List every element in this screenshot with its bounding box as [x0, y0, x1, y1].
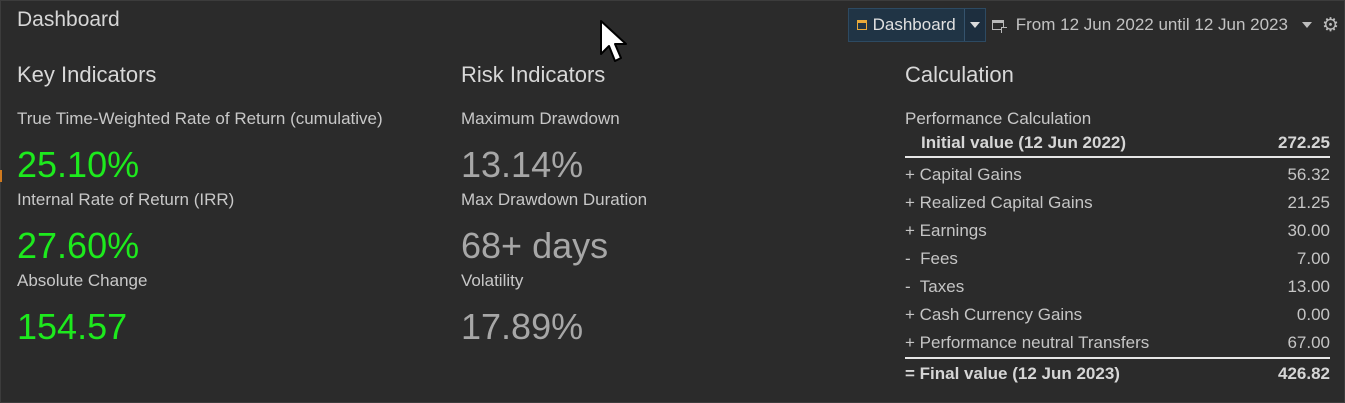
max-drawdown-duration-label: Max Drawdown Duration	[461, 190, 648, 209]
absolute-change-label: Absolute Change	[17, 271, 148, 290]
calc-row-label: Initial value (12 Jun 2022)	[921, 133, 1127, 152]
calc-row: + Capital Gains 56.32	[905, 161, 1330, 189]
left-edge-marker	[0, 170, 2, 182]
risk-indicators-title: Risk Indicators	[461, 62, 606, 87]
ttwror-label: True Time-Weighted Rate of Return (cumul…	[17, 109, 383, 128]
ttwror-value: 25.10%	[17, 144, 140, 185]
calc-row-label: - Taxes	[905, 277, 965, 296]
risk-indicators-section: Risk Indicators Maximum Drawdown 13.14% …	[461, 62, 881, 347]
calc-row-value: 21.25	[1287, 193, 1330, 212]
dashboard-select-label: Dashboard	[872, 15, 956, 34]
calc-row-label: + Realized Capital Gains	[905, 193, 1093, 212]
calc-row: + Performance neutral Transfers 67.00	[905, 329, 1330, 357]
dashboard-dropdown-button[interactable]	[963, 9, 985, 41]
calculation-title: Calculation	[905, 62, 1014, 87]
calc-row-value: 30.00	[1287, 221, 1330, 240]
dashboard-select[interactable]: Dashboard	[847, 8, 986, 42]
page-title: Dashboard	[17, 8, 120, 31]
calc-row-value: 0.00	[1296, 305, 1330, 324]
calc-row-label: + Capital Gains	[905, 165, 1022, 184]
calc-row-final: = Final value (12 Jun 2023) 426.82	[905, 357, 1330, 387]
dashboard-icon	[856, 20, 867, 30]
key-indicators-title: Key Indicators	[17, 62, 157, 87]
calc-row: - Taxes 13.00	[905, 273, 1330, 301]
key-indicators-section: Key Indicators True Time-Weighted Rate o…	[17, 62, 437, 347]
absolute-change-value: 154.57	[17, 306, 128, 347]
irr-label: Internal Rate of Return (IRR)	[17, 190, 235, 209]
new-window-icon[interactable]	[991, 20, 1007, 33]
gear-icon[interactable]: ⚙	[1322, 16, 1339, 35]
period-selector[interactable]: From 12 Jun 2022 until 12 Jun 2023	[1016, 15, 1288, 35]
calc-row-value: 426.82	[1278, 364, 1330, 383]
calc-row: + Earnings 30.00	[905, 217, 1330, 245]
dashboard-select-main[interactable]: Dashboard	[849, 9, 964, 41]
calc-row-value: 13.00	[1287, 277, 1330, 296]
max-drawdown-label: Maximum Drawdown	[461, 109, 620, 128]
calc-row-label: - Fees	[905, 249, 958, 268]
chevron-down-icon	[969, 22, 980, 28]
calc-row-label: = Final value (12 Jun 2023)	[905, 364, 1120, 383]
calc-row-value: 56.32	[1287, 165, 1330, 184]
volatility-label: Volatility	[461, 271, 524, 290]
calc-row: + Realized Capital Gains 21.25	[905, 189, 1330, 217]
calc-row-value: 272.25	[1278, 133, 1330, 152]
calc-row-value: 7.00	[1296, 249, 1330, 268]
calc-row-label: + Earnings	[905, 221, 987, 240]
mouse-cursor-icon	[600, 20, 627, 62]
calc-row: + Cash Currency Gains 0.00	[905, 301, 1330, 329]
calc-row-label: + Cash Currency Gains	[905, 305, 1083, 324]
performance-calculation-label: Performance Calculation	[905, 109, 1092, 128]
volatility-value: 17.89%	[461, 306, 584, 347]
calc-row-initial: Initial value (12 Jun 2022) 272.25	[905, 131, 1330, 158]
calculation-section: Calculation Performance Calculation Init…	[905, 62, 1330, 387]
calc-row-label: + Performance neutral Transfers	[905, 333, 1150, 352]
toolbar: Dashboard From 12 Jun 2022 until 12 Jun …	[847, 8, 1345, 42]
chevron-down-icon[interactable]	[1301, 22, 1312, 28]
max-drawdown-duration-value: 68+ days	[461, 225, 609, 266]
irr-value: 27.60%	[17, 225, 140, 266]
max-drawdown-value: 13.14%	[461, 144, 584, 185]
calc-row-value: 67.00	[1287, 333, 1330, 352]
calc-row: - Fees 7.00	[905, 245, 1330, 273]
